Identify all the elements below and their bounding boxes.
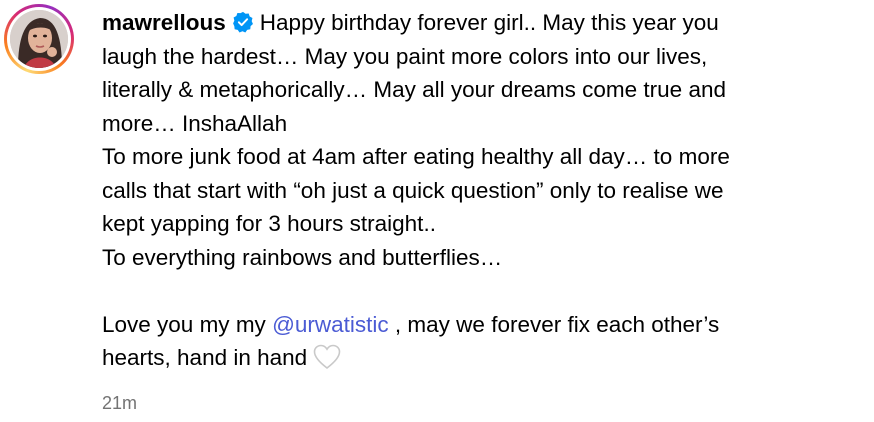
- caption-line-9: Love you my my @urwatistic , may we fore…: [102, 308, 852, 342]
- comment-avatar[interactable]: [4, 4, 74, 74]
- comment-caption: mawrellous Happy birthday forever girl.. …: [102, 6, 852, 375]
- caption-line-2: laugh the hardest… May you paint more co…: [102, 43, 708, 69]
- username-link[interactable]: mawrellous: [102, 10, 226, 35]
- mention-link[interactable]: @urwatistic: [272, 312, 389, 337]
- last-line: hearts, hand in hand: [102, 345, 308, 370]
- love-suffix: , may we forever fix each other’s: [388, 311, 720, 337]
- avatar-ring-gap: [7, 7, 71, 71]
- love-prefix: Love you my my: [102, 311, 273, 337]
- caption-line-3: literally & metaphorically… May all your…: [102, 77, 726, 102]
- caption-line-10: hearts, hand in hand: [102, 341, 852, 375]
- caption-line-6: calls that start with “oh just a quick q…: [102, 177, 724, 203]
- caption-text: Happy birthday forever girl.. May this y…: [259, 10, 719, 35]
- caption-line-7: kept yapping for 3 hours straight..: [102, 211, 436, 236]
- caption-line-5: To more junk food at 4am after eating he…: [102, 144, 730, 169]
- comment-timestamp: 21m: [102, 393, 138, 413]
- avatar-image: [10, 10, 68, 68]
- caption-line-4: more… InshaAllah: [102, 110, 288, 136]
- caption-line-8: To everything rainbows and butterflies…: [102, 244, 503, 270]
- caption-line-1: mawrellous Happy birthday forever girl.. …: [102, 6, 852, 40]
- verified-badge-icon: [232, 9, 254, 33]
- white-heart-icon: [313, 344, 341, 370]
